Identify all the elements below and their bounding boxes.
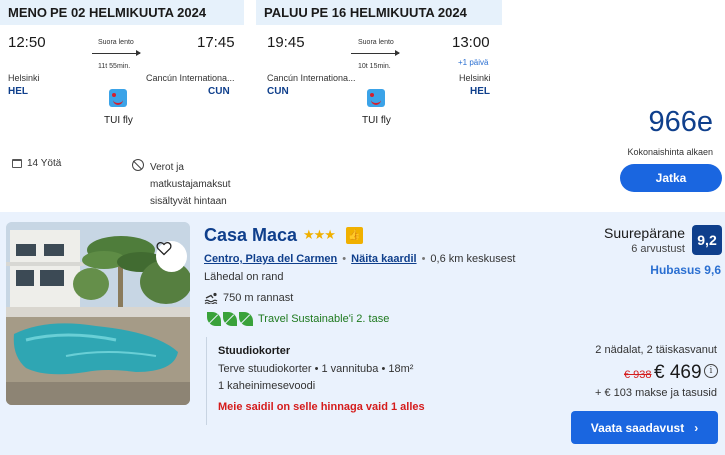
- outbound-arrive-time: 17:45: [197, 34, 235, 51]
- outbound-direction: MENO: [8, 5, 47, 20]
- tui-logo-icon: [109, 89, 127, 107]
- outbound-depart-time: 12:50: [8, 34, 46, 51]
- return-duration: 10t 15min.: [358, 63, 391, 70]
- outbound-airline: TUI fly: [104, 115, 133, 126]
- return-plus-day: +1 päivä: [458, 58, 489, 67]
- stay-info: 2 nädalat, 2 täiskasvanut: [595, 344, 717, 356]
- return-depart-time: 19:45: [267, 34, 305, 51]
- star-rating-icon: ★★★: [303, 227, 336, 242]
- near-beach-label: Lähedal on rand: [204, 271, 284, 283]
- see-availability-button[interactable]: Vaata saadavust ›: [571, 411, 718, 444]
- sustainability-badge[interactable]: Travel Sustainable'i 2. tase: [207, 312, 389, 326]
- price-caption: Kokonaishinta alkaen: [627, 147, 713, 157]
- outbound-leg: MENO PE 02 HELMIKUUTA 2024: [0, 0, 244, 25]
- leaf-icon: [207, 312, 221, 326]
- outbound-header: MENO PE 02 HELMIKUUTA 2024: [0, 0, 244, 25]
- calendar-icon: [12, 159, 22, 168]
- room-title: Stuudiokorter: [218, 345, 291, 357]
- outbound-to-city: Cancún Internationa...: [146, 73, 235, 83]
- rating-score-badge: 9,2: [692, 225, 722, 255]
- taxes-note: Verot ja matkustajamaksut sisältyvät hin…: [150, 162, 231, 207]
- no-tax-icon: [132, 159, 144, 171]
- rating-word: Suurepärane: [604, 225, 685, 241]
- info-icon[interactable]: i: [704, 364, 718, 378]
- location-row: Centro, Playa del Carmen • Näita kaardil • 0…: [204, 253, 516, 265]
- outbound-from-code: HEL: [8, 86, 28, 97]
- favorite-button[interactable]: [156, 241, 187, 272]
- return-arrive-time: 13:00: [452, 34, 490, 51]
- continue-button[interactable]: Jatka: [620, 164, 722, 192]
- heart-icon: [156, 242, 172, 256]
- thumbs-up-icon: 👍: [346, 227, 363, 244]
- beach-distance-row: 750 m rannast: [204, 292, 293, 304]
- return-from-city: Cancún Internationa...: [267, 73, 356, 83]
- room-details: Terve stuudiokorter • 1 vannituba • 18m²: [218, 363, 414, 375]
- old-price: € 938: [624, 369, 652, 381]
- tui-logo-icon: [367, 89, 385, 107]
- outbound-arrow-icon: [92, 50, 141, 56]
- outbound-date: PE 02 HELMIKUUTA 2024: [50, 5, 207, 20]
- outbound-flight-type: Suora lento: [98, 39, 134, 46]
- leaf-icon: [239, 312, 253, 326]
- outbound-to-code: CUN: [208, 86, 230, 97]
- return-date: PE 16 HELMIKUUTA 2024: [310, 5, 467, 20]
- return-airline: TUI fly: [362, 115, 391, 126]
- leaf-icon: [223, 312, 237, 326]
- return-to-code: HEL: [470, 86, 490, 97]
- chevron-right-icon: ›: [694, 420, 699, 435]
- return-arrow-icon: [351, 50, 400, 56]
- sub-rating: Hubasus 9,6: [650, 263, 721, 277]
- outbound-from-city: Helsinki: [8, 73, 40, 83]
- return-to-city: Helsinki: [459, 73, 491, 83]
- review-count[interactable]: 6 arvustust: [631, 243, 685, 255]
- location-link[interactable]: Centro, Playa del Carmen: [204, 253, 337, 265]
- total-price: 966e: [648, 106, 713, 138]
- nights-label: 14 Yötä: [27, 158, 62, 169]
- current-price: € 469: [654, 362, 702, 383]
- distance-center: 0,6 km keskusest: [430, 253, 516, 265]
- swimmer-icon: [204, 292, 218, 304]
- hotel-name[interactable]: Casa Maca: [204, 225, 297, 246]
- return-flight-type: Suora lento: [358, 39, 394, 46]
- sustainability-label: Travel Sustainable'i 2. tase: [258, 313, 390, 325]
- room-availability-alert: Meie saidil on selle hinnaga vaid 1 alle…: [218, 401, 425, 413]
- flight-summary: MENO PE 02 HELMIKUUTA 2024 12:50 17:45 Su…: [0, 0, 725, 212]
- see-availability-label: Vaata saadavust: [590, 420, 685, 435]
- room-bed: 1 kaheinimesevoodi: [218, 380, 316, 392]
- outbound-duration: 11t 55min.: [98, 63, 131, 70]
- extra-fees: + € 103 makse ja tasusid: [595, 387, 717, 399]
- return-leg: PALUU PE 16 HELMIKUUTA 2024: [256, 0, 502, 25]
- nights-info: 14 Yötä: [12, 158, 61, 169]
- return-direction: PALUU: [264, 5, 308, 20]
- hotel-card[interactable]: Casa Maca ★★★ 👍 Centro, Playa del Carmen…: [0, 212, 725, 455]
- return-from-code: CUN: [267, 86, 289, 97]
- beach-distance: 750 m rannast: [223, 292, 294, 304]
- return-header: PALUU PE 16 HELMIKUUTA 2024: [256, 0, 502, 25]
- map-link[interactable]: Näita kaardil: [351, 253, 416, 265]
- hotel-photo[interactable]: [6, 222, 190, 405]
